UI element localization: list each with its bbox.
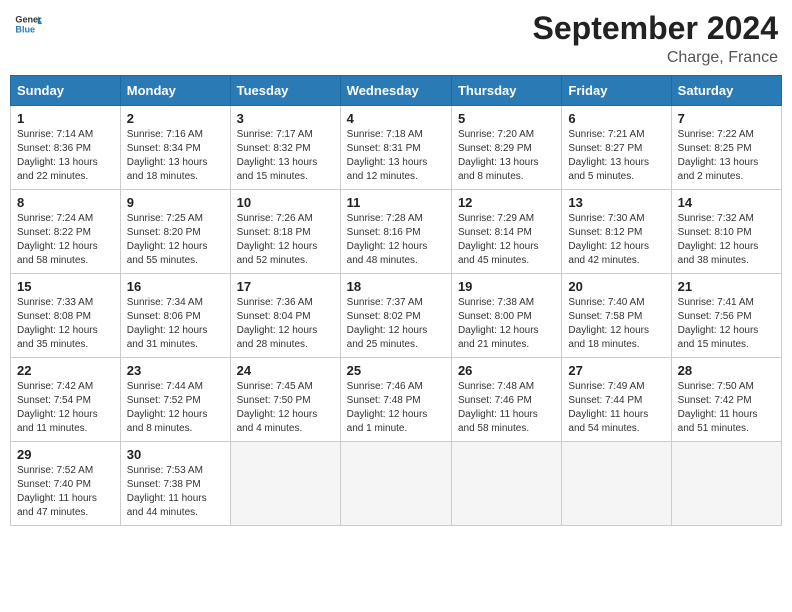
day-14: 14 Sunrise: 7:32 AMSunset: 8:10 PMDaylig… (671, 190, 781, 274)
day-30: 30 Sunrise: 7:53 AMSunset: 7:38 PMDaylig… (120, 442, 230, 526)
empty-cell-3 (451, 442, 561, 526)
day-23: 23 Sunrise: 7:44 AMSunset: 7:52 PMDaylig… (120, 358, 230, 442)
empty-cell-4 (562, 442, 671, 526)
day-2: 2 Sunrise: 7:16 AMSunset: 8:34 PMDayligh… (120, 106, 230, 190)
day-8: 8 Sunrise: 7:24 AMSunset: 8:22 PMDayligh… (11, 190, 121, 274)
week-row-4: 22 Sunrise: 7:42 AMSunset: 7:54 PMDaylig… (11, 358, 782, 442)
day-9: 9 Sunrise: 7:25 AMSunset: 8:20 PMDayligh… (120, 190, 230, 274)
day-13: 13 Sunrise: 7:30 AMSunset: 8:12 PMDaylig… (562, 190, 671, 274)
day-28: 28 Sunrise: 7:50 AMSunset: 7:42 PMDaylig… (671, 358, 781, 442)
svg-text:Blue: Blue (15, 24, 35, 34)
day-7: 7 Sunrise: 7:22 AMSunset: 8:25 PMDayligh… (671, 106, 781, 190)
empty-cell-5 (671, 442, 781, 526)
day-1: 1 Sunrise: 7:14 AMSunset: 8:36 PMDayligh… (11, 106, 121, 190)
day-26: 26 Sunrise: 7:48 AMSunset: 7:46 PMDaylig… (451, 358, 561, 442)
week-row-3: 15 Sunrise: 7:33 AMSunset: 8:08 PMDaylig… (11, 274, 782, 358)
day-25: 25 Sunrise: 7:46 AMSunset: 7:48 PMDaylig… (340, 358, 451, 442)
logo: General Blue (14, 10, 42, 38)
day-10: 10 Sunrise: 7:26 AMSunset: 8:18 PMDaylig… (230, 190, 340, 274)
day-21: 21 Sunrise: 7:41 AMSunset: 7:56 PMDaylig… (671, 274, 781, 358)
header-thursday: Thursday (451, 76, 561, 106)
month-title: September 2024 (533, 10, 778, 47)
day-24: 24 Sunrise: 7:45 AMSunset: 7:50 PMDaylig… (230, 358, 340, 442)
calendar-table: Sunday Monday Tuesday Wednesday Thursday… (10, 75, 782, 526)
day-18: 18 Sunrise: 7:37 AMSunset: 8:02 PMDaylig… (340, 274, 451, 358)
header-monday: Monday (120, 76, 230, 106)
week-row-5: 29 Sunrise: 7:52 AMSunset: 7:40 PMDaylig… (11, 442, 782, 526)
day-5: 5 Sunrise: 7:20 AMSunset: 8:29 PMDayligh… (451, 106, 561, 190)
day-12: 12 Sunrise: 7:29 AMSunset: 8:14 PMDaylig… (451, 190, 561, 274)
page-header: General Blue September 2024 Charge, Fran… (10, 10, 782, 67)
day-19: 19 Sunrise: 7:38 AMSunset: 8:00 PMDaylig… (451, 274, 561, 358)
day-6: 6 Sunrise: 7:21 AMSunset: 8:27 PMDayligh… (562, 106, 671, 190)
day-11: 11 Sunrise: 7:28 AMSunset: 8:16 PMDaylig… (340, 190, 451, 274)
day-22: 22 Sunrise: 7:42 AMSunset: 7:54 PMDaylig… (11, 358, 121, 442)
header-tuesday: Tuesday (230, 76, 340, 106)
weekday-header-row: Sunday Monday Tuesday Wednesday Thursday… (11, 76, 782, 106)
day-29: 29 Sunrise: 7:52 AMSunset: 7:40 PMDaylig… (11, 442, 121, 526)
day-17: 17 Sunrise: 7:36 AMSunset: 8:04 PMDaylig… (230, 274, 340, 358)
empty-cell-1 (230, 442, 340, 526)
day-27: 27 Sunrise: 7:49 AMSunset: 7:44 PMDaylig… (562, 358, 671, 442)
title-block: September 2024 Charge, France (533, 10, 778, 67)
empty-cell-2 (340, 442, 451, 526)
day-15: 15 Sunrise: 7:33 AMSunset: 8:08 PMDaylig… (11, 274, 121, 358)
day-3: 3 Sunrise: 7:17 AMSunset: 8:32 PMDayligh… (230, 106, 340, 190)
header-sunday: Sunday (11, 76, 121, 106)
location-title: Charge, France (533, 49, 778, 67)
day-16: 16 Sunrise: 7:34 AMSunset: 8:06 PMDaylig… (120, 274, 230, 358)
logo-icon: General Blue (14, 10, 42, 38)
header-saturday: Saturday (671, 76, 781, 106)
day-4: 4 Sunrise: 7:18 AMSunset: 8:31 PMDayligh… (340, 106, 451, 190)
week-row-1: 1 Sunrise: 7:14 AMSunset: 8:36 PMDayligh… (11, 106, 782, 190)
header-friday: Friday (562, 76, 671, 106)
day-20: 20 Sunrise: 7:40 AMSunset: 7:58 PMDaylig… (562, 274, 671, 358)
header-wednesday: Wednesday (340, 76, 451, 106)
week-row-2: 8 Sunrise: 7:24 AMSunset: 8:22 PMDayligh… (11, 190, 782, 274)
